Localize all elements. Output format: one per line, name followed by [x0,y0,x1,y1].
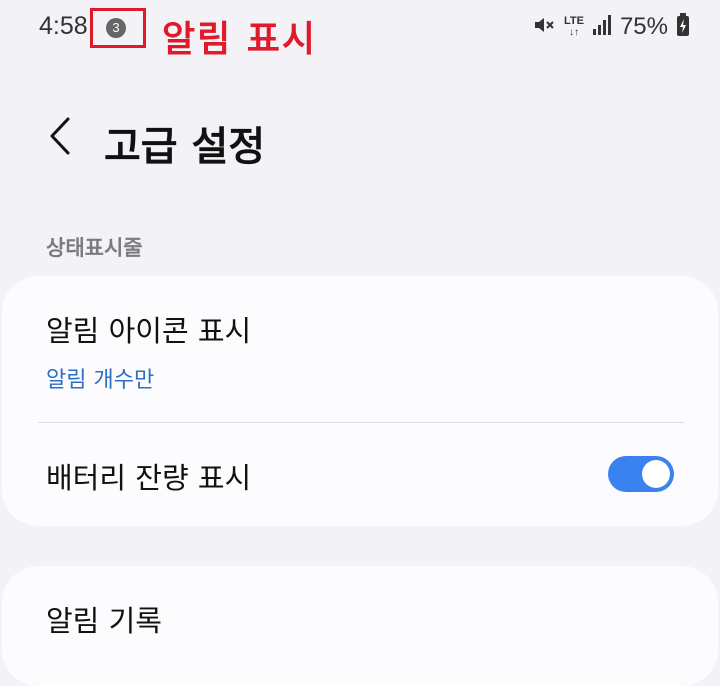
settings-card-history: 알림 기록 [2,566,718,686]
battery-percent: 75% [619,13,668,40]
setting-notification-history[interactable]: 알림 기록 [2,566,718,686]
battery-charging-icon [676,13,690,41]
setting-title: 알림 기록 [46,604,162,638]
lte-icon: LTE ↓↑ [563,15,584,39]
back-button[interactable] [38,116,82,160]
setting-battery-percentage[interactable]: 배터리 잔량 표시 [2,423,718,526]
mute-icon [532,13,556,41]
signal-icon [592,14,612,40]
setting-subtitle: 알림 개수만 [46,368,155,393]
setting-notification-icons[interactable]: 알림 아이콘 표시 알림 개수만 [2,276,718,422]
battery-percentage-toggle[interactable] [608,456,674,492]
annotation-label: 알림 표시 [162,19,318,60]
app-header: 고급 설정 [0,100,720,180]
section-label-status-bar: 상태표시줄 [46,236,143,260]
lte-arrows: ↓↑ [568,27,579,38]
chevron-left-icon [49,117,71,159]
setting-title: 알림 아이콘 표시 [46,314,252,348]
settings-card-status-bar: 알림 아이콘 표시 알림 개수만 배터리 잔량 표시 [2,276,718,526]
status-icons: LTE ↓↑ 75% [532,12,690,42]
status-clock: 4:58 [39,12,88,40]
lte-label: LTE [563,15,584,27]
toggle-knob [642,460,670,488]
setting-title: 배터리 잔량 표시 [46,461,252,495]
page-title: 고급 설정 [104,124,266,170]
status-bar: 4:58 3 알림 표시 LTE ↓↑ 75% [0,0,720,60]
notification-count-badge: 3 [106,18,126,38]
